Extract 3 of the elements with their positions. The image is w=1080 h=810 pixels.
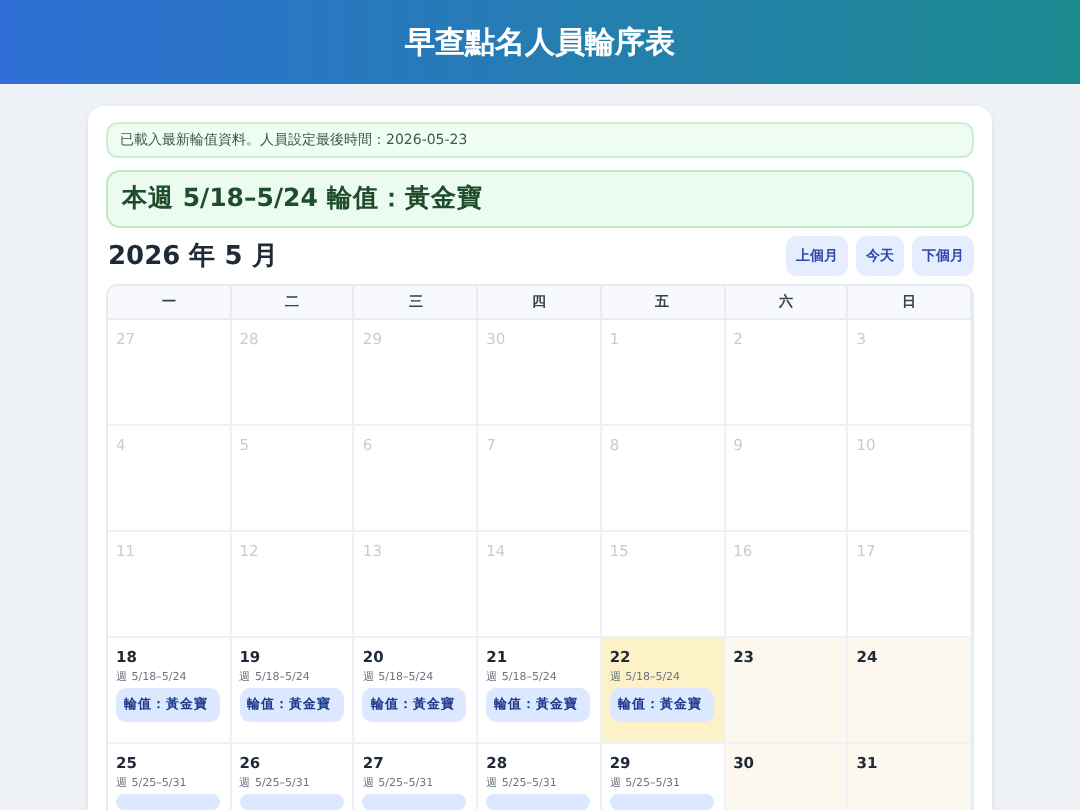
month-title: 2026 年 5 月 — [108, 240, 278, 274]
page-title: 早查點名人員輪序表 — [405, 23, 675, 61]
duty-banner: 本週 5/18–5/24 輪值：黃金寶 — [106, 170, 974, 228]
